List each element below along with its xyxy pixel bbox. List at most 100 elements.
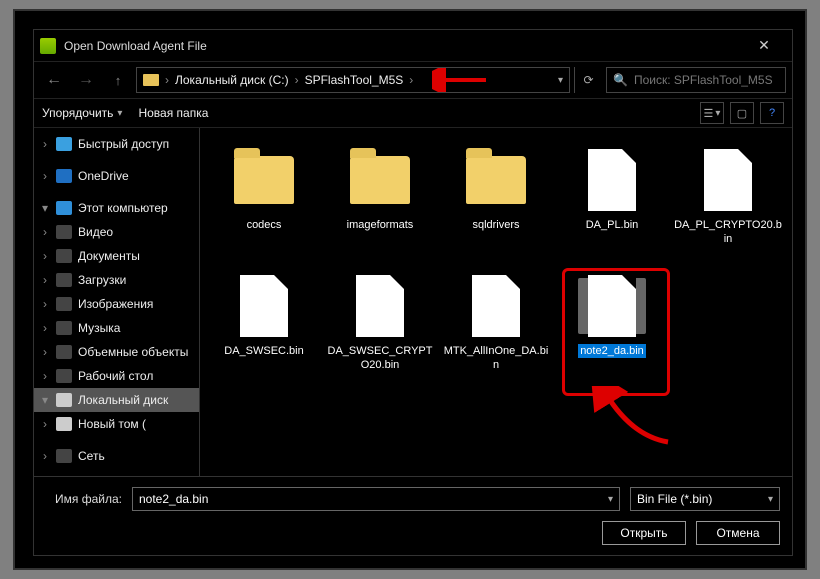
sidebar-item-label: Изображения [78, 297, 153, 311]
caret-icon: › [40, 249, 50, 263]
caret-icon: › [40, 273, 50, 287]
chevron-right-icon: › [165, 73, 169, 87]
sidebar-item[interactable]: ›Музыка [34, 316, 199, 340]
file-item[interactable]: note2_da.bin [554, 264, 670, 390]
sidebar-item-label: Быстрый доступ [78, 137, 169, 151]
sidebar-item-label: Новый том ( [78, 417, 146, 431]
pic-icon [56, 297, 72, 311]
file-icon [240, 275, 288, 337]
sidebar-item[interactable]: › Новый том ( [34, 412, 199, 436]
net-icon [56, 449, 72, 463]
file-label: note2_da.bin [578, 344, 646, 358]
filename-label: Имя файла: [46, 492, 122, 506]
chevron-down-icon: ▾ [117, 108, 122, 119]
obj-icon [56, 345, 72, 359]
file-list[interactable]: codecs imageformats sqldrivers DA_PL.bin DA_… [200, 128, 792, 476]
file-label: codecs [247, 218, 282, 232]
caret-icon: › [40, 449, 50, 463]
annotation-arrow-icon [582, 386, 672, 446]
breadcrumb-segment[interactable]: Локальный диск (C:) [175, 73, 289, 87]
new-folder-button[interactable]: Новая папка [138, 106, 208, 120]
organize-menu[interactable]: Упорядочить ▾ [42, 106, 122, 120]
sidebar-item[interactable]: ▾Этот компьютер [34, 196, 199, 220]
sidebar-item-label: Рабочий стол [78, 369, 153, 383]
folder-icon [234, 156, 294, 204]
sidebar-item[interactable]: ›Загрузки [34, 268, 199, 292]
open-button[interactable]: Открыть [602, 521, 686, 545]
app-icon [40, 38, 56, 54]
sidebar-item-label: Документы [78, 249, 140, 263]
breadcrumb-segment[interactable]: SPFlashTool_M5S [305, 73, 404, 87]
caret-icon: › [40, 297, 50, 311]
sidebar-item[interactable]: ›Объемные объекты [34, 340, 199, 364]
sidebar-item[interactable]: ›Рабочий стол [34, 364, 199, 388]
back-button[interactable]: ← [40, 66, 68, 94]
folder-icon [466, 156, 526, 204]
cancel-label: Отмена [716, 526, 759, 540]
file-label: DA_PL.bin [586, 218, 639, 232]
file-item[interactable]: DA_SWSEC.bin [206, 264, 322, 390]
forward-button[interactable]: → [72, 66, 100, 94]
up-button[interactable]: ↑ [104, 66, 132, 94]
outer-annotation-frame: Open Download Agent File ✕ ← → ↑ › Локал… [13, 9, 807, 570]
music-icon [56, 321, 72, 335]
sidebar-item[interactable]: › OneDrive [34, 164, 199, 188]
nav-pane: ›Быстрый доступ›OneDrive▾Этот компьютер›… [34, 128, 200, 476]
sidebar-item-label: Сеть [78, 449, 105, 463]
folder-item[interactable]: sqldrivers [438, 138, 554, 264]
chevron-down-icon[interactable]: ▾ [768, 494, 773, 505]
chevron-down-icon[interactable]: ▾ [558, 75, 563, 86]
open-label: Открыть [620, 526, 667, 540]
window-title: Open Download Agent File [64, 39, 742, 53]
file-label: DA_SWSEC.bin [224, 344, 303, 358]
caret-icon: ▾ [40, 201, 50, 215]
file-label: imageformats [347, 218, 414, 232]
sidebar-item-label: Локальный диск [78, 393, 168, 407]
filename-value: note2_da.bin [139, 492, 208, 506]
command-bar: Упорядочить ▾ Новая папка ☰▾ ▢ ? [34, 98, 792, 128]
folder-item[interactable]: codecs [206, 138, 322, 264]
file-item[interactable]: DA_PL.bin [554, 138, 670, 264]
search-input[interactable]: 🔍 Поиск: SPFlashTool_M5S [606, 67, 786, 93]
star-icon [56, 137, 72, 151]
close-button[interactable]: ✕ [742, 30, 786, 61]
file-item[interactable]: DA_PL_CRYPTO20.bin [670, 138, 786, 264]
breadcrumb[interactable]: › Локальный диск (C:) › SPFlashTool_M5S … [136, 67, 570, 93]
help-button[interactable]: ? [760, 102, 784, 124]
sidebar-item-label: Объемные объекты [78, 345, 188, 359]
file-item[interactable]: MTK_AllInOne_DA.bin [438, 264, 554, 390]
sidebar-item-label: Видео [78, 225, 113, 239]
caret-icon: › [40, 321, 50, 335]
folder-icon [350, 156, 410, 204]
chevron-right-icon: › [295, 73, 299, 87]
new-folder-label: Новая папка [138, 106, 208, 120]
file-label: sqldrivers [472, 218, 519, 232]
sidebar-item[interactable]: ›Быстрый доступ [34, 132, 199, 156]
refresh-button[interactable]: ⟳ [574, 67, 602, 93]
video-icon [56, 225, 72, 239]
file-icon [472, 275, 520, 337]
desk-icon [56, 369, 72, 383]
caret-icon: › [40, 169, 50, 183]
file-icon [356, 275, 404, 337]
content-area: ›Быстрый доступ›OneDrive▾Этот компьютер›… [34, 128, 792, 476]
folder-item[interactable]: imageformats [322, 138, 438, 264]
sidebar-item[interactable]: › Сеть [34, 444, 199, 468]
disk-icon [56, 417, 72, 431]
file-label: MTK_AllInOne_DA.bin [441, 344, 551, 372]
preview-pane-button[interactable]: ▢ [730, 102, 754, 124]
file-item[interactable]: DA_SWSEC_CRYPTO20.bin [322, 264, 438, 390]
cancel-button[interactable]: Отмена [696, 521, 780, 545]
chevron-right-icon: › [409, 73, 413, 87]
filetype-filter[interactable]: Bin File (*.bin) ▾ [630, 487, 780, 511]
filename-input[interactable]: note2_da.bin ▾ [132, 487, 620, 511]
sidebar-item[interactable]: › Документы [34, 244, 199, 268]
sidebar-item-label: OneDrive [78, 169, 129, 183]
chevron-down-icon[interactable]: ▾ [608, 494, 613, 505]
caret-icon: › [40, 417, 50, 431]
pc-icon [56, 201, 72, 215]
sidebar-item[interactable]: › Изображения [34, 292, 199, 316]
view-mode-button[interactable]: ☰▾ [700, 102, 724, 124]
sidebar-item[interactable]: ▾Локальный диск [34, 388, 199, 412]
sidebar-item[interactable]: ›Видео [34, 220, 199, 244]
